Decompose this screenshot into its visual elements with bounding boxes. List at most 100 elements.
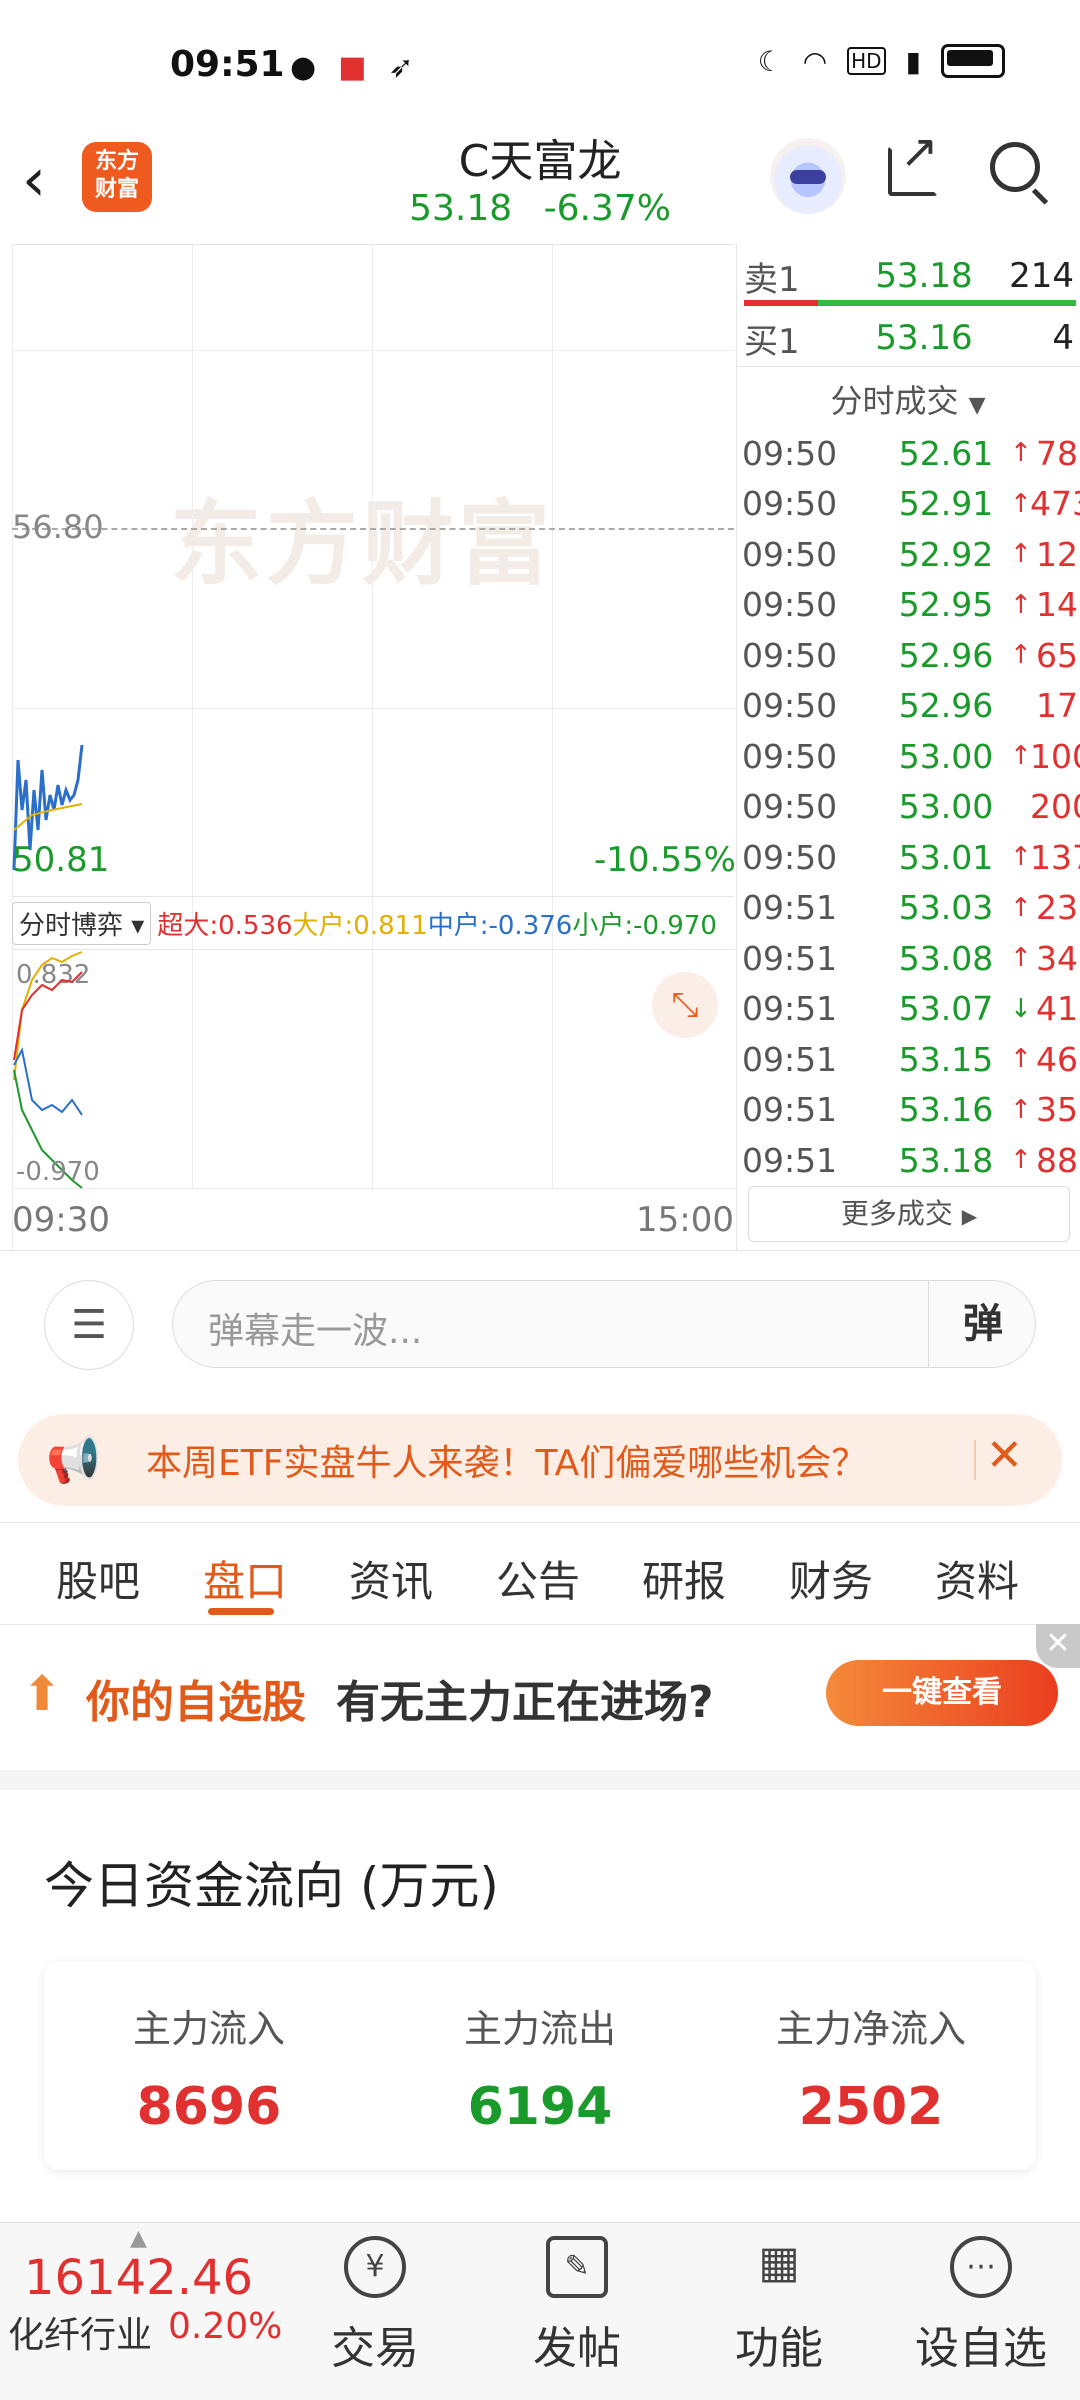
fund-flow-title: 今日资金流向 (万元) — [44, 1857, 499, 1915]
nav-post-label: 发帖 — [533, 2323, 621, 2374]
trade-time: 09:51 — [742, 888, 838, 927]
trade-time: 09:50 — [742, 686, 838, 725]
low-pct-label: -10.55% — [594, 840, 736, 880]
trade-price: 53.00 — [898, 787, 994, 826]
industry-pct: 0.20% — [168, 2306, 283, 2347]
buy1-price: 53.16 — [875, 318, 973, 358]
promo-text-highlight: 你的自选股 — [86, 1677, 306, 1728]
ref-price-line — [12, 528, 734, 530]
trade-time: 09:51 — [742, 938, 838, 978]
trade-row: 09:51 53.07 ↓ 41 — [742, 984, 1078, 1034]
indicator-select-label: 分时博弈 — [19, 910, 124, 941]
trade-direction-icon: ↑ — [1010, 438, 1032, 468]
trade-price: 53.07 — [898, 989, 994, 1028]
more-trades-button[interactable]: 更多成交 ▶ — [748, 1186, 1070, 1242]
trade-volume: 12 — [1036, 534, 1078, 574]
trade-volume: 14 — [1036, 585, 1078, 624]
promo-close-icon[interactable]: ✕ — [1036, 1624, 1080, 1668]
tab-profile[interactable]: 资料 — [935, 1548, 1019, 1609]
tab-pankou[interactable]: 盘口 — [203, 1548, 287, 1609]
trade-volume: 200 — [1030, 787, 1080, 826]
feather-icon: ➶ — [388, 50, 414, 85]
indicator-row: 分时博弈 ▾ 超大:0.536 大户:0.811 中户:-0.376 小户:-0… — [12, 896, 734, 950]
flow-net-label: 主力净流入 — [775, 2007, 966, 2051]
tab-announcements[interactable]: 公告 — [496, 1548, 580, 1609]
nav-add-watchlist-label: 设自选 — [915, 2323, 1047, 2374]
low-price-label: 50.81 — [12, 840, 110, 880]
trade-row: 09:51 53.08 ↑ 34 — [742, 933, 1078, 983]
buy1-label: 买1 — [744, 321, 800, 362]
trade-volume: 35 — [1036, 1090, 1078, 1129]
danmu-send-button[interactable]: 弹 — [928, 1280, 1037, 1368]
trade-price: 53.08 — [898, 938, 994, 978]
tab-news[interactable]: 资讯 — [349, 1548, 433, 1609]
chevron-right-icon: ▶ — [961, 1204, 978, 1228]
banner-text[interactable]: 本周ETF实盘牛人来袭！TA们偏爱哪些机会？ — [146, 1434, 867, 1486]
system-icons: ☾ ◠ HD ▮ — [758, 44, 1005, 78]
trade-volume: 137 — [1030, 837, 1080, 877]
trade-row: 09:51 53.03 ↑ 23 — [742, 883, 1078, 933]
status-time: 09:51 — [170, 44, 285, 85]
trade-direction-icon: ↑ — [1010, 892, 1032, 923]
game-chart-lines — [13, 951, 83, 1189]
time-start: 09:30 — [12, 1200, 110, 1240]
notification-icons: ● ■ ➶ — [290, 50, 414, 85]
stock-change: -6.37% — [543, 188, 671, 229]
trade-time: 09:50 — [742, 635, 838, 675]
assistant-robot-icon[interactable] — [770, 138, 846, 214]
trade-price: 53.15 — [898, 1039, 994, 1079]
trade-volume: 17 — [1036, 686, 1078, 725]
industry-index-value[interactable]: 16142.46 — [24, 2250, 253, 2306]
wechat-icon: ● — [290, 50, 317, 85]
flow-inflow-value: 8696 — [136, 2077, 282, 2137]
trade-row: 09:50 53.01 ↑137 — [742, 832, 1080, 882]
trade-volume: 41 — [1036, 989, 1078, 1028]
trade-volume: 78 — [1036, 433, 1078, 473]
trade-price: 52.91 — [898, 484, 994, 523]
caret-up-icon: ▲ — [130, 2226, 147, 2251]
flow-outflow: 主力流出 6194 — [375, 1998, 705, 2137]
indicator-medium: 中户:-0.376 — [427, 910, 573, 941]
trade-direction-icon: ↑ — [1010, 1145, 1032, 1175]
megaphone-icon: 📢 — [46, 1435, 101, 1486]
indicator-select[interactable]: 分时博弈 ▾ — [12, 901, 152, 945]
one-click-view-button[interactable]: 一键查看 — [826, 1660, 1058, 1726]
trade-row: 09:50 52.91 ↑473 — [742, 479, 1080, 529]
tab-finance[interactable]: 财务 — [789, 1548, 873, 1609]
tab-guba[interactable]: 股吧 — [56, 1548, 140, 1609]
expand-icon[interactable]: ⤡ — [652, 972, 718, 1038]
trade-time: 09:50 — [742, 585, 838, 624]
trade-direction-icon: ↑ — [1010, 943, 1032, 973]
trade-direction-icon: ↑ — [1010, 488, 1032, 519]
danmu-settings-icon[interactable]: ☰ — [44, 1280, 134, 1370]
nav-trade[interactable]: ¥ 交易 — [300, 2236, 450, 2376]
sell1-row[interactable]: 卖1 53.18 214 — [744, 248, 1074, 304]
tab-research[interactable]: 研报 — [642, 1548, 726, 1609]
industry-name[interactable]: 化纤行业 — [8, 2306, 152, 2358]
trade-row: 09:51 53.16 ↑ 35 — [742, 1085, 1078, 1135]
sell-ratio-bar — [744, 300, 818, 306]
close-icon[interactable]: ✕ — [986, 1430, 1023, 1481]
nav-functions[interactable]: ▦ 功能 — [704, 2236, 854, 2376]
share-icon[interactable] — [888, 124, 939, 196]
trade-time: 09:50 — [742, 837, 838, 877]
trade-price: 52.96 — [898, 635, 994, 675]
trade-price: 53.00 — [898, 736, 994, 776]
trade-time: 09:51 — [742, 1140, 838, 1180]
trade-volume: 34 — [1036, 938, 1078, 978]
nav-post[interactable]: ✎ 发帖 — [502, 2236, 652, 2376]
nav-add-watchlist[interactable]: ⋯ 设自选 — [906, 2236, 1056, 2376]
battery-icon — [941, 44, 1005, 78]
trade-row: 09:50 52.61 ↑ 78 — [742, 428, 1078, 478]
search-icon[interactable] — [990, 142, 1040, 192]
trade-direction-icon: ↑ — [1010, 640, 1032, 670]
trade-price: 52.61 — [898, 433, 994, 473]
sub-chart-min: -0.970 — [16, 1157, 100, 1187]
indicator-large: 大户:0.811 — [292, 910, 428, 941]
watermark: 东方财富 — [170, 491, 555, 598]
hd-icon: HD — [847, 47, 886, 75]
trade-time: 09:51 — [742, 1090, 838, 1129]
buy1-row[interactable]: 买1 53.16 4 — [744, 310, 1074, 366]
trades-title[interactable]: 分时成交 ▼ — [736, 376, 1080, 422]
sell1-label: 卖1 — [744, 259, 800, 300]
